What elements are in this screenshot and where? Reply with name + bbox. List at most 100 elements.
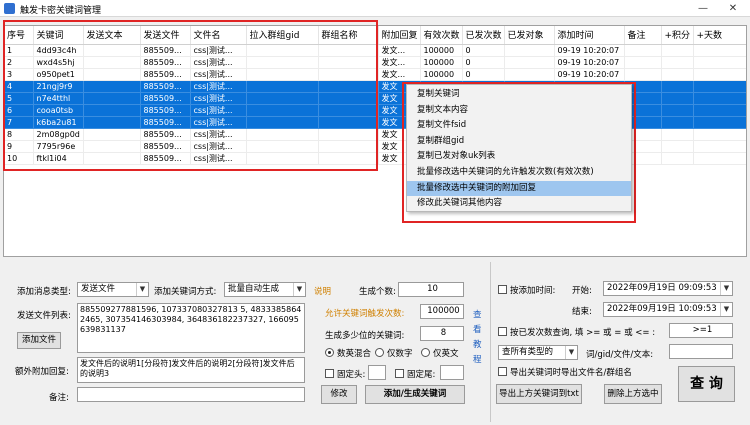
table-row[interactable]: 10 ftkl1i04 885509... css|测试... 发文 bbox=[4, 152, 746, 165]
column-header[interactable]: 已发对象 bbox=[504, 26, 555, 45]
column-header[interactable]: 添加时间 bbox=[554, 26, 625, 45]
close-button[interactable]: ✕ bbox=[720, 1, 746, 16]
context-menu-item[interactable]: 批量修改选中关键词的附加回复 bbox=[407, 180, 631, 197]
column-header[interactable]: 序号 bbox=[4, 26, 34, 45]
file-list-label: 发送文件列表: bbox=[17, 311, 71, 321]
table-cell: 21ngj9r9 bbox=[33, 80, 84, 93]
note-field[interactable] bbox=[77, 387, 305, 402]
table-cell: 2m08gp0d bbox=[33, 128, 84, 141]
column-header[interactable]: +积分 bbox=[661, 26, 694, 45]
tutorial-link[interactable]: 查看教程 bbox=[473, 308, 483, 368]
kw-mode-select[interactable]: 批量自动生成 ▼ bbox=[224, 282, 306, 297]
gen-count-field[interactable]: 10 bbox=[398, 282, 464, 297]
radio-mixed[interactable] bbox=[325, 348, 334, 357]
table-row[interactable]: 9 7795r96e 885509... css|测试... 发文 bbox=[4, 140, 746, 153]
column-header[interactable]: 备注 bbox=[624, 26, 662, 45]
table-cell bbox=[246, 128, 319, 141]
context-menu-item[interactable]: 复制文件fsid bbox=[407, 118, 631, 134]
file-list-field[interactable]: 885509277881596, 107337080327813 5, 4833… bbox=[77, 303, 305, 353]
table-cell: 885509... bbox=[140, 68, 191, 81]
context-menu-item[interactable]: 复制关键词 bbox=[407, 87, 631, 103]
help-link[interactable]: 说明 bbox=[314, 285, 331, 297]
table-row[interactable]: 4 21ngj9r9 885509... css|测试... 发文 bbox=[4, 80, 746, 93]
export-names-checkbox[interactable] bbox=[498, 367, 507, 376]
context-menu-item[interactable]: 修改此关键词其他内容 bbox=[407, 196, 631, 212]
table-cell bbox=[693, 68, 746, 81]
fixed-tail-field[interactable] bbox=[440, 365, 464, 380]
radio-letters-label: 仅英文 bbox=[433, 349, 459, 359]
table-cell: 发文... bbox=[378, 56, 421, 69]
query-button[interactable]: 查 询 bbox=[678, 366, 735, 402]
column-header[interactable]: 文件名 bbox=[190, 26, 247, 45]
column-header[interactable]: 拉入群组gid bbox=[246, 26, 319, 45]
column-header[interactable]: +天数 bbox=[693, 26, 746, 45]
fixed-head-checkbox[interactable] bbox=[325, 369, 334, 378]
table-row[interactable]: 5 n7e4tthl 885509... css|测试... 发文 bbox=[4, 92, 746, 105]
msg-type-value: 发送文件 bbox=[81, 284, 116, 294]
export-txt-button[interactable]: 导出上方关键词到txt bbox=[496, 384, 582, 404]
column-header[interactable]: 附加回复 bbox=[378, 26, 421, 45]
column-header[interactable]: 发送文本 bbox=[83, 26, 141, 45]
table-cell: k6ba2u81 bbox=[33, 116, 84, 129]
by-sent-checkbox[interactable] bbox=[498, 327, 507, 336]
end-datetime[interactable]: 2022年09月19日 10:09:53 ▼ bbox=[603, 302, 733, 317]
context-menu-item[interactable]: 复制群组gid bbox=[407, 134, 631, 150]
table-row[interactable]: 8 2m08gp0d 885509... css|测试... 发文 bbox=[4, 128, 746, 141]
fixed-head-field[interactable] bbox=[368, 365, 386, 380]
allow-count-label: 允许关键词触发次数: bbox=[325, 309, 405, 319]
table-row[interactable]: 6 cooa0tsb 885509... css|测试... 发文 bbox=[4, 104, 746, 117]
table-cell bbox=[661, 92, 694, 105]
context-menu-item[interactable]: 批量修改选中关键词的允许触发次数(有效次数) bbox=[407, 165, 631, 181]
table-cell: 1 bbox=[4, 44, 34, 57]
sent-filter-field[interactable]: >=1 bbox=[669, 323, 733, 338]
table-cell bbox=[693, 128, 746, 141]
table-cell: 09-19 10:20:07 bbox=[554, 44, 625, 57]
table-cell bbox=[83, 56, 141, 69]
column-header[interactable]: 群组名称 bbox=[318, 26, 379, 45]
fixed-tail-checkbox[interactable] bbox=[395, 369, 404, 378]
allow-count-field[interactable]: 100000 bbox=[420, 304, 464, 319]
table-cell bbox=[504, 44, 555, 57]
radio-letters[interactable] bbox=[421, 348, 430, 357]
by-time-label: 按添加时间: bbox=[510, 286, 556, 296]
start-datetime[interactable]: 2022年09月19日 09:09:53 ▼ bbox=[603, 281, 733, 296]
context-menu-item[interactable]: 复制已发对象uk列表 bbox=[407, 149, 631, 165]
table-cell: 885509... bbox=[140, 116, 191, 129]
table-row[interactable]: 7 k6ba2u81 885509... css|测试... 发文 bbox=[4, 116, 746, 129]
delete-selected-button[interactable]: 删除上方选中 bbox=[604, 384, 662, 404]
export-names-label: 导出关键词时导出文件名/群组名 bbox=[510, 368, 632, 378]
msg-type-select[interactable]: 发送文件 ▼ bbox=[77, 282, 149, 297]
table-cell bbox=[661, 152, 694, 165]
kw-digits-field[interactable]: 8 bbox=[420, 326, 464, 341]
table-cell: css|测试... bbox=[190, 44, 247, 57]
table-cell: 4dd93c4h bbox=[33, 44, 84, 57]
table-cell bbox=[693, 44, 746, 57]
context-menu-item[interactable]: 复制文本内容 bbox=[407, 103, 631, 119]
type-filter-select[interactable]: 查所有类型的 ▼ bbox=[498, 345, 578, 360]
column-header[interactable]: 已发次数 bbox=[462, 26, 505, 45]
table-cell: n7e4tthl bbox=[33, 92, 84, 105]
keyword-grid[interactable]: 序号 关键词 发送文本 发送文件 文件名 拉入群组gid 群组名称 附加回复 有效次数 已发次数已… bbox=[3, 25, 747, 257]
radio-digits[interactable] bbox=[375, 348, 384, 357]
by-time-checkbox[interactable] bbox=[498, 285, 507, 294]
extra-reply-field[interactable]: 发文件后的说明1[分段符]发文件后的说明2[分段符]发文件后的说明3 bbox=[77, 357, 305, 383]
table-cell: 8 bbox=[4, 128, 34, 141]
column-header[interactable]: 关键词 bbox=[33, 26, 84, 45]
table-cell bbox=[318, 116, 379, 129]
table-row[interactable]: 2 wxd4s5hj 885509... css|测试... 发文... 100000 0 0… bbox=[4, 56, 746, 69]
table-cell bbox=[246, 80, 319, 93]
modify-button[interactable]: 修改 bbox=[321, 385, 357, 404]
add-generate-button[interactable]: 添加/生成关键词 bbox=[365, 385, 465, 404]
table-row[interactable]: 3 o950pet1 885509... css|测试... 发文... 100000 0 0… bbox=[4, 68, 746, 81]
app-icon bbox=[4, 3, 15, 14]
chevron-down-icon: ▼ bbox=[136, 283, 148, 296]
column-header[interactable]: 发送文件 bbox=[140, 26, 191, 45]
kw-search-field[interactable] bbox=[669, 344, 733, 359]
column-header[interactable]: 有效次数 bbox=[420, 26, 463, 45]
table-cell bbox=[83, 140, 141, 153]
fixed-head-label: 固定头: bbox=[337, 370, 366, 380]
add-file-button[interactable]: 添加文件 bbox=[17, 332, 61, 349]
table-row[interactable]: 1 4dd93c4h 885509... css|测试... 发文... 100000 0 0… bbox=[4, 44, 746, 57]
table-cell bbox=[504, 68, 555, 81]
minimize-button[interactable]: — bbox=[690, 1, 716, 16]
